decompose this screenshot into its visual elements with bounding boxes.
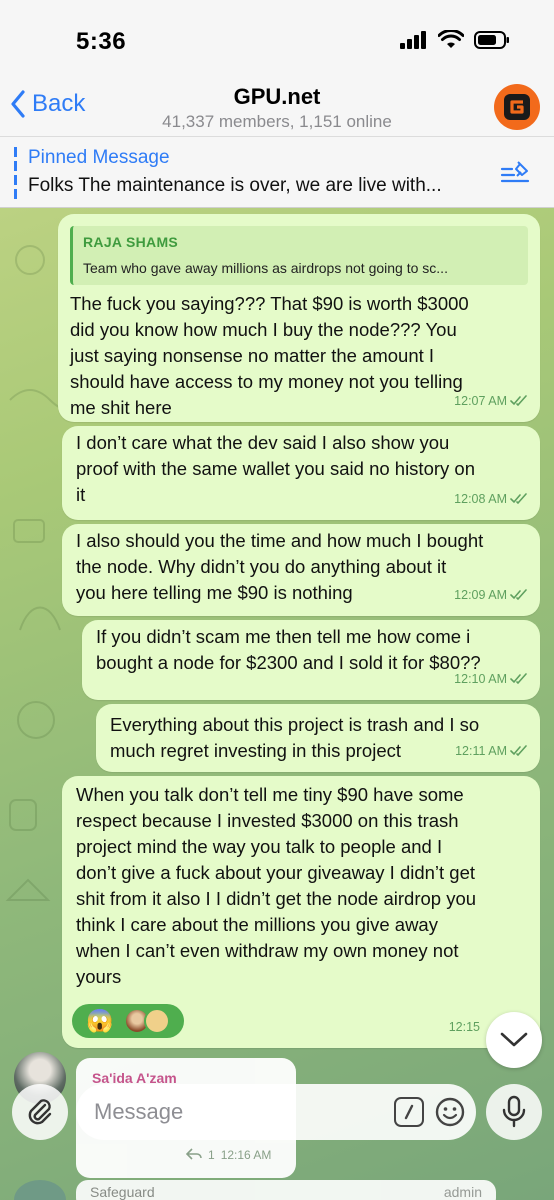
pinned-text: Folks The maintenance is over, we are li… [28,175,442,196]
message-meta: 12:15 [449,1014,480,1040]
reactions-bar[interactable]: 😱 [72,1004,184,1038]
chevron-down-icon [500,1032,528,1047]
slash-icon [404,1104,414,1120]
status-time: 5:36 [76,28,127,55]
message-time: 12:15 [448,1020,480,1034]
battery-icon [474,30,509,49]
attach-button[interactable] [12,1084,68,1140]
reply-count: 1 [208,1148,215,1162]
message-bubble[interactable]: I also should you the time and how much … [62,524,540,616]
paperclip-icon [28,1099,52,1125]
reply-text: Team who gave away millions as airdrops … [83,260,448,276]
gpu-logo-icon [504,94,530,120]
message-bubble[interactable]: When you talk don’t tell me tiny $90 hav… [62,776,540,1048]
pinned-label: Pinned Message [28,147,170,168]
double-check-icon [510,745,527,757]
message-meta: 12:07 AM [454,388,528,414]
double-check-icon [510,673,527,685]
emoji-icon[interactable] [434,1096,466,1128]
reply-preview[interactable]: RAJA SHAMS Team who gave away millions a… [70,226,528,285]
incoming-time: 12:16 AM [220,1148,272,1162]
message-time: 12:08 AM [454,492,507,506]
message-input[interactable] [94,1096,374,1128]
group-avatar[interactable] [494,84,540,130]
peek-avatar [14,1180,66,1200]
message-time: 12:09 AM [454,588,507,602]
message-meta: 12:09 AM [454,582,528,608]
signal-icon [400,30,426,49]
message-bubble[interactable]: I don’t care what the dev said I also sh… [62,426,540,520]
message-bubble[interactable]: Everything about this project is trash a… [96,704,540,772]
double-check-icon [510,395,527,407]
incoming-meta: 1 12:16 AM [186,1148,271,1162]
app-header: 5:36 Back GPU.net 41,337 members, 1,151 … [0,0,554,136]
status-icons [400,30,510,49]
scroll-down-button[interactable] [486,1012,542,1068]
message-composer [0,1084,554,1142]
message-time: 12:07 AM [454,394,507,408]
message-meta: 12:08 AM [454,486,528,512]
pinned-message-bar[interactable]: Pinned Message Folks The maintenance is … [0,136,554,208]
message-bubble[interactable]: RAJA SHAMS Team who gave away millions a… [58,214,540,422]
pinned-list-icon[interactable] [500,159,532,187]
voice-record-button[interactable] [486,1084,542,1140]
peek-bubble[interactable]: Safeguard admin [76,1180,496,1200]
message-field[interactable] [76,1084,476,1140]
message-meta: 12:11 AM [455,738,528,764]
chat-member-count: 41,337 members, 1,151 online [162,112,392,131]
message-meta: 12:10 AM [454,666,528,692]
peek-role: admin [443,1184,482,1200]
reaction-emoji: 😱 [86,1008,114,1033]
bot-commands-button[interactable] [394,1097,424,1127]
message-time: 12:11 AM [455,744,507,758]
reply-arrow-icon [186,1148,202,1160]
peek-sender: Safeguard [90,1184,155,1200]
message-text: When you talk don’t tell me tiny $90 hav… [76,784,477,987]
double-check-icon [510,493,527,505]
double-check-icon [510,589,527,601]
status-bar: 5:36 [0,0,554,80]
wifi-icon [438,30,464,48]
message-bubble[interactable]: If you didn’t scam me then tell me how c… [82,620,540,700]
pinned-indicator [14,147,17,199]
chat-title[interactable]: GPU.net [0,84,554,110]
reactor-avatar [144,1008,170,1034]
message-time: 12:10 AM [454,672,507,686]
reply-sender: RAJA SHAMS [83,234,179,250]
next-message-peek: Safeguard admin [14,1180,554,1200]
microphone-icon [502,1095,526,1128]
